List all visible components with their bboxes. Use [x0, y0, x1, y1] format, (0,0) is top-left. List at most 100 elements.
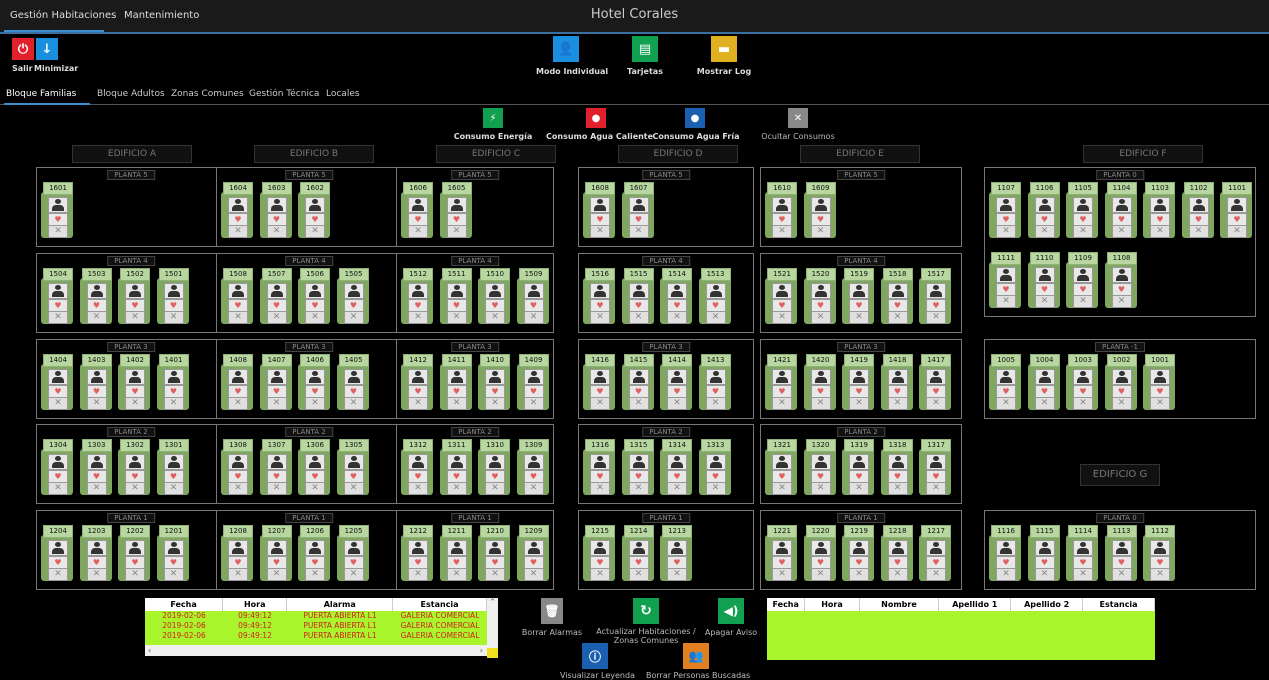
room-card[interactable]: 1518 ♥ ✕: [880, 268, 913, 324]
room-card[interactable]: 1303 ♥ ✕: [79, 439, 112, 495]
room-card[interactable]: 1116 ♥ ✕: [989, 525, 1021, 581]
room-card[interactable]: 1102 ♥ ✕: [1181, 182, 1214, 238]
room-card[interactable]: 1506 ♥ ✕: [298, 268, 330, 324]
room-card[interactable]: 1510 ♥ ✕: [478, 268, 510, 324]
room-card[interactable]: 1320 ♥ ✕: [803, 439, 836, 495]
room-card[interactable]: 1505 ♥ ✕: [336, 268, 369, 324]
exit-button[interactable]: ⏻: [12, 38, 34, 60]
room-card[interactable]: 1114 ♥ ✕: [1066, 525, 1098, 581]
room-card[interactable]: 1608 ♥ ✕: [583, 182, 615, 238]
room-card[interactable]: 1415 ♥ ✕: [621, 354, 654, 410]
room-card[interactable]: 1313 ♥ ✕: [698, 439, 731, 495]
room-card[interactable]: 1501 ♥ ✕: [156, 268, 189, 324]
clear-searched-persons-button[interactable]: 👥: [683, 643, 709, 669]
room-card[interactable]: 1512 ♥ ✕: [401, 268, 433, 324]
room-card[interactable]: 1412 ♥ ✕: [401, 354, 433, 410]
room-card[interactable]: 1213 ♥ ✕: [660, 525, 692, 581]
room-card[interactable]: 1209 ♥ ✕: [516, 525, 549, 581]
room-card[interactable]: 1317 ♥ ✕: [919, 439, 951, 495]
room-card[interactable]: 1220 ♥ ✕: [803, 525, 836, 581]
minimize-button[interactable]: ↓: [36, 38, 58, 60]
room-card[interactable]: 1519 ♥ ✕: [842, 268, 874, 324]
room-card[interactable]: 1201 ♥ ✕: [156, 525, 189, 581]
room-card[interactable]: 1321 ♥ ✕: [765, 439, 797, 495]
room-card[interactable]: 1212 ♥ ✕: [401, 525, 433, 581]
room-card[interactable]: 1521 ♥ ✕: [765, 268, 797, 324]
alarms-table[interactable]: Fecha Hora Alarma Estancia 2019-02-06 09:…: [145, 598, 488, 656]
table-row[interactable]: 2019-02-06 09:49:12 PUERTA ABIERTA L1 GALER…: [145, 621, 487, 631]
room-card[interactable]: 1515 ♥ ✕: [621, 268, 654, 324]
room-card[interactable]: 1509 ♥ ✕: [516, 268, 549, 324]
room-card[interactable]: 1306 ♥ ✕: [298, 439, 330, 495]
room-card[interactable]: 1111 ♥ ✕: [989, 252, 1021, 308]
room-card[interactable]: 1410 ♥ ✕: [478, 354, 510, 410]
room-card[interactable]: 1605 ♥ ✕: [439, 182, 472, 238]
room-card[interactable]: 1106 ♥ ✕: [1027, 182, 1060, 238]
room-card[interactable]: 1001 ♥ ✕: [1143, 354, 1175, 410]
room-card[interactable]: 1421 ♥ ✕: [765, 354, 797, 410]
room-card[interactable]: 1606 ♥ ✕: [401, 182, 433, 238]
room-card[interactable]: 1217 ♥ ✕: [919, 525, 951, 581]
room-card[interactable]: 1310 ♥ ✕: [478, 439, 510, 495]
room-card[interactable]: 1301 ♥ ✕: [156, 439, 189, 495]
room-card[interactable]: 1101 ♥ ✕: [1220, 182, 1252, 238]
cards-button[interactable]: ▤: [632, 36, 658, 62]
room-card[interactable]: 1104 ♥ ✕: [1104, 182, 1137, 238]
room-card[interactable]: 1205 ♥ ✕: [336, 525, 369, 581]
room-card[interactable]: 1610 ♥ ✕: [765, 182, 797, 238]
searched-persons-table[interactable]: Fecha Hora Nombre Apellido 1 Apellido 2 …: [767, 598, 1156, 660]
room-card[interactable]: 1107 ♥ ✕: [989, 182, 1021, 238]
room-card[interactable]: 1407 ♥ ✕: [259, 354, 292, 410]
room-card[interactable]: 1207 ♥ ✕: [259, 525, 292, 581]
room-card[interactable]: 1103 ♥ ✕: [1143, 182, 1175, 238]
room-card[interactable]: 1513 ♥ ✕: [698, 268, 731, 324]
table-row[interactable]: 2019-02-06 09:49:12 PUERTA ABIERTA L1 GALER…: [145, 631, 487, 641]
room-card[interactable]: 1204 ♥ ✕: [41, 525, 73, 581]
room-card[interactable]: 1418 ♥ ✕: [880, 354, 913, 410]
room-card[interactable]: 1218 ♥ ✕: [880, 525, 913, 581]
room-card[interactable]: 1210 ♥ ✕: [478, 525, 510, 581]
room-card[interactable]: 1411 ♥ ✕: [439, 354, 472, 410]
room-card[interactable]: 1302 ♥ ✕: [118, 439, 150, 495]
room-card[interactable]: 1504 ♥ ✕: [41, 268, 73, 324]
room-card[interactable]: 1305 ♥ ✕: [336, 439, 369, 495]
scroll-right-icon[interactable]: ›: [480, 645, 483, 656]
room-card[interactable]: 1507 ♥ ✕: [259, 268, 292, 324]
room-card[interactable]: 1202 ♥ ✕: [118, 525, 150, 581]
room-card[interactable]: 1604 ♥ ✕: [221, 182, 253, 238]
room-card[interactable]: 1417 ♥ ✕: [919, 354, 951, 410]
room-card[interactable]: 1520 ♥ ✕: [803, 268, 836, 324]
cold-water-button[interactable]: ●: [685, 108, 705, 128]
horizontal-scrollbar[interactable]: ‹ ›: [145, 645, 487, 656]
room-card[interactable]: 1408 ♥ ✕: [221, 354, 253, 410]
room-card[interactable]: 1601 ♥ ✕: [41, 182, 73, 238]
room-card[interactable]: 1203 ♥ ✕: [79, 525, 112, 581]
room-card[interactable]: 1406 ♥ ✕: [298, 354, 330, 410]
room-card[interactable]: 1603 ♥ ✕: [259, 182, 292, 238]
room-card[interactable]: 1002 ♥ ✕: [1104, 354, 1137, 410]
room-card[interactable]: 1110 ♥ ✕: [1027, 252, 1060, 308]
refresh-button[interactable]: ↻: [633, 598, 659, 624]
room-card[interactable]: 1005 ♥ ✕: [989, 354, 1021, 410]
room-card[interactable]: 1215 ♥ ✕: [583, 525, 615, 581]
room-card[interactable]: 1316 ♥ ✕: [583, 439, 615, 495]
room-card[interactable]: 1004 ♥ ✕: [1027, 354, 1060, 410]
room-card[interactable]: 1511 ♥ ✕: [439, 268, 472, 324]
room-card[interactable]: 1314 ♥ ✕: [660, 439, 692, 495]
room-card[interactable]: 1113 ♥ ✕: [1104, 525, 1137, 581]
room-card[interactable]: 1108 ♥ ✕: [1104, 252, 1137, 308]
room-card[interactable]: 1214 ♥ ✕: [621, 525, 654, 581]
room-card[interactable]: 1409 ♥ ✕: [516, 354, 549, 410]
room-card[interactable]: 1502 ♥ ✕: [118, 268, 150, 324]
energy-consumption-button[interactable]: ⚡: [483, 108, 503, 128]
mute-alert-button[interactable]: ◀): [718, 598, 744, 624]
subtab-gestion-tecnica[interactable]: Gestión Técnica: [249, 89, 319, 99]
room-card[interactable]: 1503 ♥ ✕: [79, 268, 112, 324]
scroll-up-icon[interactable]: ^: [490, 598, 496, 606]
room-card[interactable]: 1607 ♥ ✕: [621, 182, 654, 238]
room-card[interactable]: 1112 ♥ ✕: [1143, 525, 1175, 581]
show-log-button[interactable]: ▬: [711, 36, 737, 62]
room-card[interactable]: 1413 ♥ ✕: [698, 354, 731, 410]
room-card[interactable]: 1609 ♥ ✕: [803, 182, 836, 238]
room-card[interactable]: 1221 ♥ ✕: [765, 525, 797, 581]
